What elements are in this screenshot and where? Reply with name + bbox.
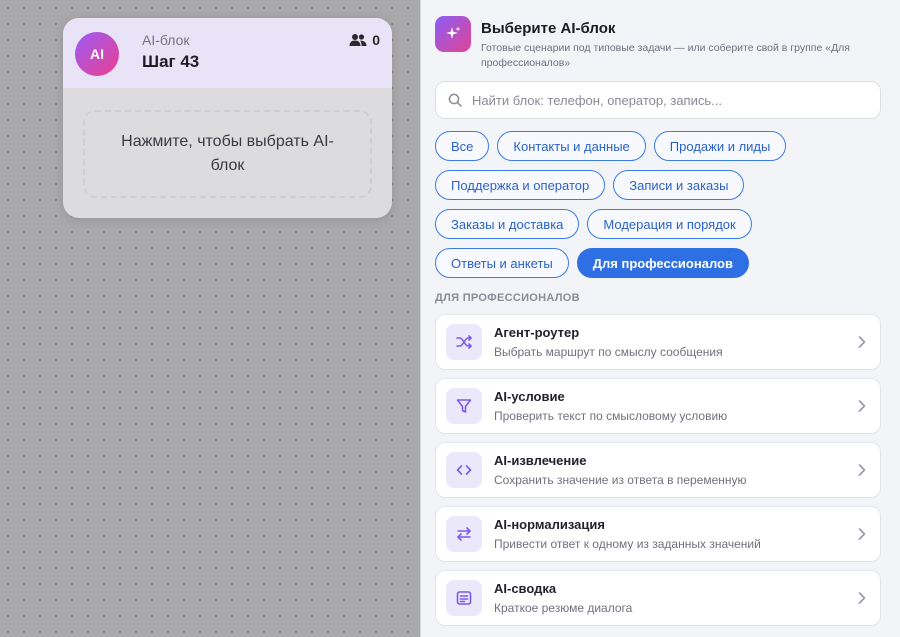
block-description: Привести ответ к одному из заданных знач… [494, 537, 761, 551]
block-description: Краткое резюме диалога [494, 601, 633, 615]
panel-title: Выберите AI-блок [481, 20, 616, 37]
chip-professionals[interactable]: Для профессионалов [576, 248, 749, 278]
block-title: AI-нормализация [494, 517, 605, 532]
block-item-ai-normalization[interactable]: AI-нормализация Привести ответ к одному … [435, 506, 881, 562]
code-icon [446, 452, 482, 488]
swap-arrows-icon [446, 516, 482, 552]
chip-all[interactable]: Все [435, 131, 490, 161]
chevron-right-icon [858, 464, 866, 476]
block-description: Проверить текст по смысловому условию [494, 409, 728, 423]
select-block-placeholder[interactable]: Нажмите, чтобы выбрать AI-блок [83, 110, 372, 198]
block-title: AI-условие [494, 389, 565, 404]
block-description: Сохранить значение из ответа в переменну… [494, 473, 747, 487]
node-users-counter: 0 [349, 32, 380, 48]
chip-contacts-data[interactable]: Контакты и данные [497, 131, 646, 161]
sparkles-icon [435, 16, 471, 52]
block-title: Агент-роутер [494, 325, 580, 340]
category-filters: Все Контакты и данные Продажи и лиды Под… [435, 131, 885, 287]
block-title: AI-сводка [494, 581, 557, 596]
users-count: 0 [372, 32, 380, 48]
node-avatar: AI [75, 32, 119, 76]
node-title: Шаг 43 [142, 52, 200, 71]
block-item-agent-router[interactable]: Агент-роутер Выбрать маршрут по смыслу с… [435, 314, 881, 370]
chip-sales-leads[interactable]: Продажи и лиды [653, 131, 787, 161]
chevron-right-icon [858, 592, 866, 604]
block-item-ai-extraction[interactable]: AI-извлечение Сохранить значение из отве… [435, 442, 881, 498]
chip-support-operator[interactable]: Поддержка и оператор [435, 170, 606, 200]
chip-moderation[interactable]: Модерация и порядок [587, 209, 752, 239]
block-description: Выбрать маршрут по смыслу сообщения [494, 345, 723, 359]
node-type-label: AI-блок [142, 32, 190, 48]
ai-block-node[interactable]: AI AI-блок Шаг 43 0 Нажмите, чтобы выбра… [63, 18, 392, 218]
shuffle-icon [446, 324, 482, 360]
users-icon [349, 34, 367, 46]
block-list: Агент-роутер Выбрать маршрут по смыслу с… [435, 314, 881, 634]
block-picker-panel: Выберите AI-блок Готовые сценарии под ти… [420, 0, 900, 637]
block-item-ai-condition[interactable]: AI-условие Проверить текст по смысловому… [435, 378, 881, 434]
chevron-right-icon [858, 400, 866, 412]
block-item-ai-summary[interactable]: AI-сводка Краткое резюме диалога [435, 570, 881, 626]
chevron-right-icon [858, 336, 866, 348]
panel-description: Готовые сценарии под типовые задачи — ил… [481, 42, 850, 69]
section-heading: ДЛЯ ПРОФЕССИОНАЛОВ [435, 292, 580, 304]
node-header: AI AI-блок Шаг 43 0 [63, 18, 392, 88]
chip-bookings-orders[interactable]: Записи и заказы [613, 170, 745, 200]
search-input[interactable] [472, 92, 852, 108]
chip-orders-delivery[interactable]: Заказы и доставка [435, 209, 580, 239]
filter-icon [446, 388, 482, 424]
chevron-right-icon [858, 528, 866, 540]
block-title: AI-извлечение [494, 453, 587, 468]
search-icon [448, 93, 462, 107]
summary-icon [446, 580, 482, 616]
search-box[interactable] [435, 81, 881, 119]
chip-answers-forms[interactable]: Ответы и анкеты [435, 248, 569, 278]
